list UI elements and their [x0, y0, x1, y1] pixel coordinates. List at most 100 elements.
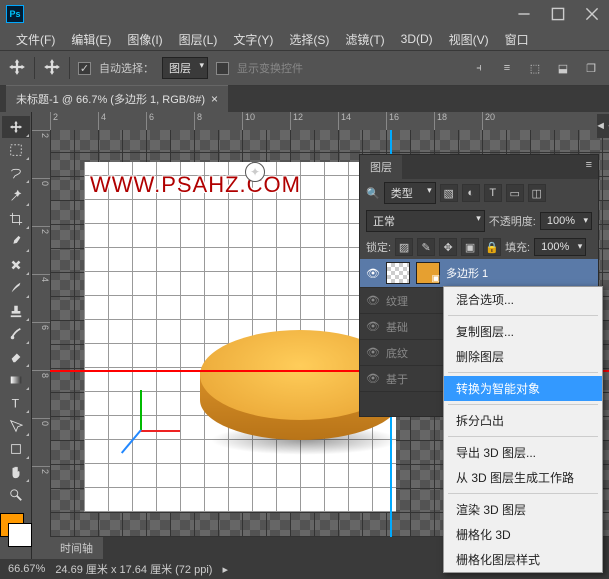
blend-mode-dropdown[interactable]: 正常	[366, 210, 485, 232]
zoom-tool[interactable]	[2, 484, 30, 506]
lock-paint-icon[interactable]: ✎	[417, 238, 435, 256]
layer-mask-thumb[interactable]: ▣	[416, 262, 440, 284]
status-dropdown-icon[interactable]: ▸	[222, 563, 228, 576]
search-icon[interactable]: 🔍	[366, 187, 380, 200]
ctx-duplicate-layer[interactable]: 复制图层...	[444, 319, 602, 344]
move-tool[interactable]	[2, 116, 30, 138]
ctx-generate-workpath[interactable]: 从 3D 图层生成工作路	[444, 465, 602, 490]
brush-tool[interactable]	[2, 277, 30, 299]
panel-expand-icon[interactable]: ◄◄	[597, 114, 609, 138]
close-tab-icon[interactable]: ×	[211, 92, 218, 106]
ctx-rasterize-3d[interactable]: 栅格化 3D	[444, 522, 602, 547]
lock-transparency-icon[interactable]: ▨	[395, 238, 413, 256]
menu-select[interactable]: 选择(S)	[281, 29, 337, 50]
ctx-split-extrusion[interactable]: 拆分凸出	[444, 408, 602, 433]
shape-tool[interactable]	[2, 438, 30, 460]
menu-filter[interactable]: 滤镜(T)	[337, 29, 392, 50]
layers-panel-tab[interactable]: 图层	[360, 155, 402, 179]
auto-select-checkbox[interactable]: ✓	[78, 62, 91, 75]
watermark-text: WWW.PSAHZ.COM	[90, 172, 301, 198]
ruler-horizontal[interactable]: 2468101214161820	[50, 112, 609, 130]
ruler-vertical[interactable]: 20246802	[32, 130, 50, 559]
gradient-tool[interactable]	[2, 369, 30, 391]
menu-type[interactable]: 文字(Y)	[225, 29, 281, 50]
layer-name[interactable]: 多边形 1	[446, 265, 488, 281]
distribute-icon[interactable]: ≡	[497, 58, 517, 78]
filter-smart-icon[interactable]: ◫	[528, 184, 546, 202]
crop-tool[interactable]	[2, 208, 30, 230]
lock-position-icon[interactable]: ✥	[439, 238, 457, 256]
opacity-value[interactable]: 100%	[540, 212, 592, 230]
align-icon[interactable]: ⫞	[469, 58, 489, 78]
visibility-icon[interactable]: 👁	[366, 372, 380, 385]
more-options-icon[interactable]: ⬓	[553, 58, 573, 78]
type-tool[interactable]: T	[2, 392, 30, 414]
layer-thumb[interactable]	[386, 262, 410, 284]
wand-tool[interactable]	[2, 185, 30, 207]
visibility-icon[interactable]: 👁	[366, 267, 380, 280]
3d-cursor-icon[interactable]: ✦	[245, 162, 265, 182]
ruler-origin[interactable]	[32, 112, 50, 130]
eraser-tool[interactable]	[2, 346, 30, 368]
path-tool[interactable]	[2, 415, 30, 437]
menu-edit[interactable]: 编辑(E)	[63, 29, 119, 50]
ctx-export-3d[interactable]: 导出 3D 图层...	[444, 440, 602, 465]
background-swatch[interactable]	[8, 523, 32, 547]
layer-name[interactable]: 底纹	[386, 345, 408, 361]
filter-adjust-icon[interactable]: ◐	[462, 184, 480, 202]
current-tool-icon[interactable]	[8, 58, 26, 79]
layer-name[interactable]: 基础	[386, 319, 408, 335]
stamp-tool[interactable]	[2, 300, 30, 322]
workspace-icon[interactable]: ❐	[581, 58, 601, 78]
ctx-render-3d[interactable]: 渲染 3D 图层	[444, 497, 602, 522]
menu-layer[interactable]: 图层(L)	[171, 29, 226, 50]
filter-shape-icon[interactable]: ▭	[506, 184, 524, 202]
collapsed-panels: ◄◄	[597, 114, 609, 138]
ctx-convert-smart-object[interactable]: 转换为智能对象	[444, 376, 602, 401]
filter-kind-dropdown[interactable]: 类型	[384, 182, 436, 204]
layer-row[interactable]: 👁 ▣ 多边形 1	[360, 259, 598, 288]
menu-image[interactable]: 图像(I)	[119, 29, 170, 50]
visibility-icon[interactable]: 👁	[366, 320, 380, 333]
ctx-delete-layer[interactable]: 删除图层	[444, 344, 602, 369]
filter-pixel-icon[interactable]: ▧	[440, 184, 458, 202]
menu-3d[interactable]: 3D(D)	[393, 30, 441, 48]
fill-label: 填充:	[505, 239, 530, 255]
maximize-button[interactable]	[541, 0, 575, 28]
3d-mode-icon[interactable]: ⬚	[525, 58, 545, 78]
layer-name[interactable]: 基于	[386, 371, 408, 387]
heal-tool[interactable]	[2, 254, 30, 276]
filter-type-icon[interactable]: T	[484, 184, 502, 202]
lasso-tool[interactable]	[2, 162, 30, 184]
window-controls	[507, 0, 609, 28]
eyedropper-tool[interactable]	[2, 231, 30, 253]
ctx-rasterize-style[interactable]: 栅格化图层样式	[444, 547, 602, 572]
panel-menu-icon[interactable]: ≡	[580, 155, 598, 179]
minimize-button[interactable]	[507, 0, 541, 28]
visibility-icon[interactable]: 👁	[366, 346, 380, 359]
menu-window[interactable]: 窗口	[497, 29, 537, 50]
document-dimensions[interactable]: 24.69 厘米 x 17.64 厘米 (72 ppi)	[55, 561, 212, 577]
close-button[interactable]	[575, 0, 609, 28]
svg-text:T: T	[11, 396, 19, 410]
history-brush-tool[interactable]	[2, 323, 30, 345]
lock-all-icon[interactable]: 🔒	[483, 238, 501, 256]
menu-file[interactable]: 文件(F)	[8, 29, 63, 50]
toolbox: T	[0, 112, 32, 559]
lock-label: 锁定:	[366, 239, 391, 255]
document-tab[interactable]: 未标题-1 @ 66.7% (多边形 1, RGB/8#) ×	[6, 85, 228, 112]
hand-tool[interactable]	[2, 461, 30, 483]
zoom-level[interactable]: 66.67%	[8, 563, 45, 575]
fill-value[interactable]: 100%	[534, 238, 586, 256]
show-transform-checkbox[interactable]	[216, 62, 229, 75]
layer-name[interactable]: 纹理	[386, 293, 408, 309]
timeline-tab[interactable]: 时间轴	[50, 537, 103, 559]
auto-select-target-dropdown[interactable]: 图层	[162, 57, 208, 79]
options-bar: ✓ 自动选择： 图层 显示变换控件 ⫞ ≡ ⬚ ⬓ ❐	[0, 50, 609, 86]
visibility-icon[interactable]: 👁	[366, 294, 380, 307]
marquee-tool[interactable]	[2, 139, 30, 161]
menu-view[interactable]: 视图(V)	[441, 29, 497, 50]
ctx-blend-options[interactable]: 混合选项...	[444, 287, 602, 312]
lock-artboard-icon[interactable]: ▣	[461, 238, 479, 256]
color-swatches[interactable]	[0, 513, 36, 543]
